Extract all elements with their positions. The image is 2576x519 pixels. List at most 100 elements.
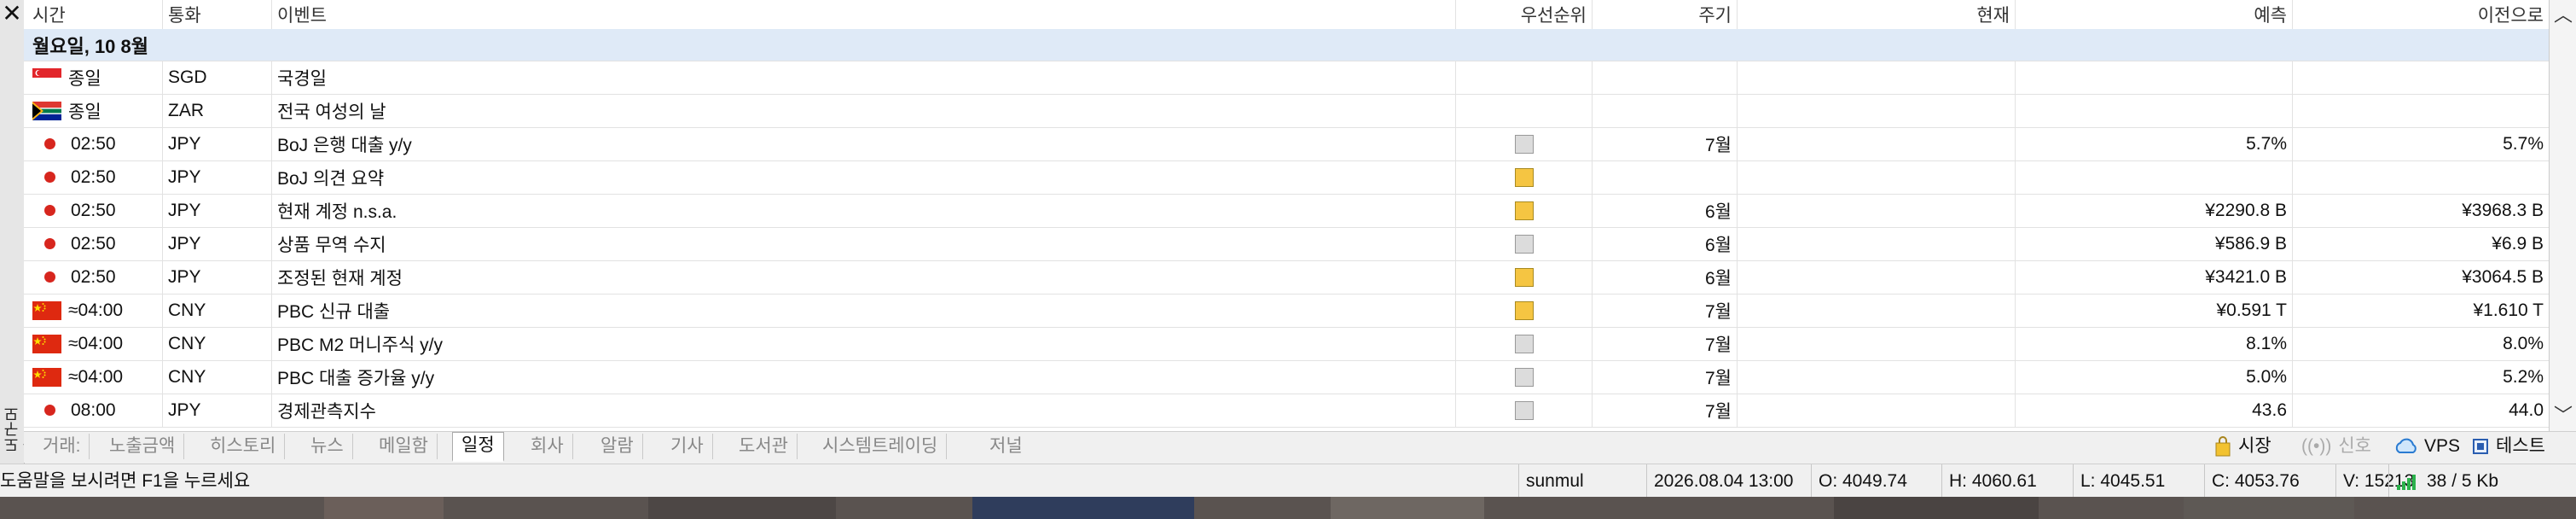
market-button[interactable]: 시장 [2214,434,2271,459]
header-actual[interactable]: 현재 [1738,0,2016,29]
tab-3[interactable]: 뉴스 [302,434,353,459]
table-row[interactable]: ≈04:00 CNY PBC M2 머니주식 y/y 7월 8.1% 8.0% [24,327,2549,361]
connection-bars-icon [2397,474,2416,490]
cell-forecast: ¥586.9 B [2016,227,2293,260]
priority-low-icon [1514,334,1534,353]
cell-previous: 8.0% [2503,333,2544,353]
cell-previous [2293,94,2549,127]
vertical-scrollbar[interactable]: ︿ ﹀ [2549,0,2576,431]
vps-button[interactable]: VPS [2393,434,2460,459]
time-text: 02:50 [71,133,116,154]
cell-period: 6월 [1593,260,1738,294]
tester-label: 테스트 [2496,436,2545,456]
signals-button[interactable]: ((•)) 신호 [2301,434,2371,459]
cell-currency: JPY [163,260,272,294]
header-event[interactable]: 이벤트 [272,0,1456,29]
cell-actual [1738,127,2016,160]
table-row[interactable]: ≈04:00 CNY PBC 신규 대출 7월 ¥0.591 T ¥1.610 T [24,294,2549,328]
cell-previous: ¥3064.5 B [2462,266,2544,287]
cell-period [1593,160,1738,194]
cell-forecast: 8.1% [2016,327,2293,360]
cell-priority [1456,327,1593,360]
toolbox-label: 도구모음 [3,406,39,452]
tab-4[interactable]: 메일함 [370,434,438,459]
table-row[interactable]: 08:00 JPY 경제관측지수 7월 43.6 44.0 [24,394,2549,428]
tester-button[interactable]: 테스트 [2470,434,2545,459]
cell-actual [1738,260,2016,294]
cell-actual [1738,360,2016,394]
close-icon[interactable]: ✕ [2,2,22,26]
scroll-down-icon[interactable]: ﹀ [2550,400,2576,431]
tab-5[interactable]: 일정 [452,432,504,462]
help-text: 도움말을 보시려면 F1을 누르세요 [0,471,251,491]
tab-11[interactable]: 저널 [981,434,1031,459]
red-dot-icon [44,405,55,416]
cell-previous [2293,61,2549,94]
tab-0[interactable]: 거래: [34,434,90,459]
day-group-header[interactable]: 월요일, 10 8월 [24,29,2549,61]
cell-currency: CNY [163,360,272,394]
table-row[interactable]: ≈04:00 CNY PBC 대출 증가율 y/y 7월 5.0% 5.2% [24,360,2549,394]
red-dot-icon [44,271,55,283]
scroll-up-icon[interactable]: ︿ [2550,0,2576,31]
calendar-table: 시간 통화 이벤트 우선순위 주기 현재 예측 이전으로 월요일, 10 8월 … [24,0,2549,431]
red-dot-icon [44,238,55,249]
chart-background-strip [0,497,2576,519]
cell-event: 조정된 현재 계정 [272,260,1456,294]
tab-7[interactable]: 알람 [592,434,643,459]
market-label: 시장 [2238,436,2271,456]
tab-10[interactable]: 시스템트레이딩 [814,434,948,459]
table-row[interactable]: 02:50 JPY 조정된 현재 계정 6월 ¥3421.0 B ¥3064.5 B [24,260,2549,294]
cell-period: 7월 [1593,327,1738,360]
header-forecast[interactable]: 예측 [2016,0,2293,29]
table-row[interactable]: 종일 SGD 국경일 [24,61,2549,95]
red-dot-icon [44,205,55,216]
header-currency[interactable]: 통화 [163,0,272,29]
china-flag-icon [32,334,61,353]
header-previous[interactable]: 이전으로 [2293,0,2549,29]
cell-period: 6월 [1593,194,1738,227]
tab-8[interactable]: 기사 [662,434,713,459]
china-flag-icon [32,367,61,387]
table-row[interactable]: 02:50 JPY BoJ 의견 요약 [24,160,2549,195]
priority-low-icon [1514,234,1534,254]
cell-actual [1738,294,2016,327]
priority-low-icon [1514,400,1534,420]
table-row[interactable]: 02:50 JPY 현재 계정 n.s.a. 6월 ¥2290.8 B ¥3968.3 B [24,194,2549,228]
tab-1[interactable]: 노출금액 [101,434,185,459]
cell-currency: JPY [163,194,272,227]
priority-medium-icon [1514,167,1534,187]
cell-forecast: 43.6 [2016,394,2293,427]
priority-low-icon [1514,367,1534,387]
cell-time: 02:50 [24,194,163,227]
cell-time: ≈04:00 [24,360,163,394]
cell-time: 08:00 [24,394,163,427]
cell-period: 7월 [1593,127,1738,160]
cell-time: 종일 [24,61,163,94]
tab-6[interactable]: 회사 [522,434,573,459]
table-row[interactable]: 종일 ZAR 전국 여성의 날 [24,94,2549,128]
table-row[interactable]: 02:50 JPY 상품 무역 수지 6월 ¥586.9 B ¥6.9 B [24,227,2549,261]
connection-status[interactable]: 38 / 5 Kb [2388,464,2576,498]
header-priority[interactable]: 우선순위 [1456,0,1593,29]
bar-open: O: 4049.74 [1811,464,1947,498]
cell-time: ≈04:00 [24,294,163,327]
bar-datetime: 2026.08.04 13:00 [1646,464,1812,498]
cell-time: 02:50 [24,227,163,260]
time-text: 종일 [68,68,102,89]
cell-event: 상품 무역 수지 [272,227,1456,260]
cell-priority [1456,127,1593,160]
cell-time: ≈04:00 [24,327,163,360]
time-text: ≈04:00 [68,366,124,387]
header-time[interactable]: 시간 [24,0,163,29]
tab-9[interactable]: 도서관 [730,434,798,459]
cell-forecast: 5.0% [2016,360,2293,394]
cell-previous: ¥3968.3 B [2462,200,2544,220]
tab-2[interactable]: 히스토리 [201,434,286,459]
table-row[interactable]: 02:50 JPY BoJ 은행 대출 y/y 7월 5.7% 5.7% [24,127,2549,161]
profile-name: sunmul [1518,464,1645,498]
cell-currency: SGD [163,61,272,94]
cell-priority [1456,227,1593,260]
header-period[interactable]: 주기 [1593,0,1738,29]
cell-forecast: ¥2290.8 B [2016,194,2293,227]
